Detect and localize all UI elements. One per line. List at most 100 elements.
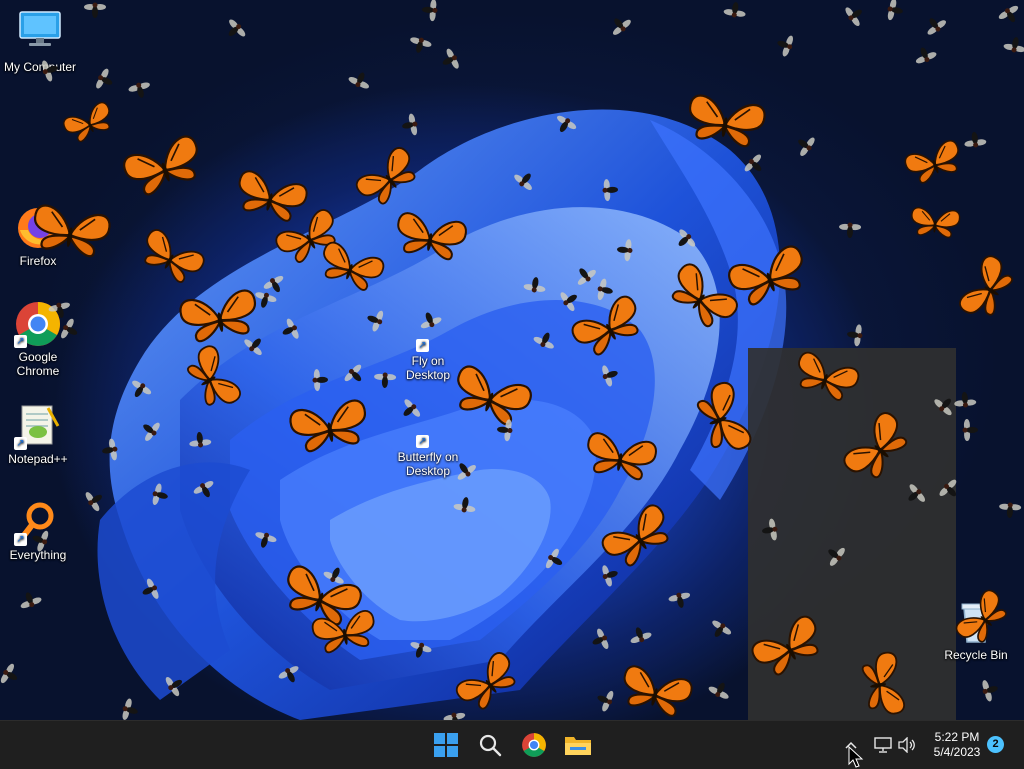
search-button[interactable] xyxy=(470,725,510,765)
fly-sprite xyxy=(20,592,42,609)
fly-sprite xyxy=(323,567,344,584)
fly-sprite xyxy=(457,463,476,480)
fly-sprite xyxy=(934,398,952,416)
fly-sprite xyxy=(278,666,299,683)
desktop[interactable]: My Computer Firefox ↗ Google Chrome ↗ No… xyxy=(0,0,1024,720)
butterfly-sprite xyxy=(187,345,241,406)
fly-sprite xyxy=(602,179,618,202)
butterfly-sprite xyxy=(355,147,416,205)
butterfly-sprite xyxy=(959,255,1013,316)
fly-sprite xyxy=(443,712,466,720)
fly-sprite xyxy=(998,5,1019,23)
butterfly-sprite xyxy=(289,399,367,453)
butterfly-sprite xyxy=(911,206,961,238)
fly-sprite xyxy=(708,682,729,699)
fly-sprite xyxy=(954,392,977,408)
fly-sprite xyxy=(577,268,596,285)
network-icon xyxy=(874,737,892,753)
volume-icon xyxy=(898,737,915,753)
fly-sprite xyxy=(939,479,957,497)
fly-sprite xyxy=(545,548,563,569)
fly-sprite xyxy=(255,532,277,548)
fly-sprite xyxy=(915,47,937,64)
fly-sprite xyxy=(533,332,554,349)
butterfly-sprite xyxy=(955,589,1007,643)
butterfly-sprite xyxy=(861,651,905,715)
butterfly-sprite xyxy=(623,665,693,717)
taskbar-clock[interactable]: 5:22 PM 5/4/2023 xyxy=(922,730,992,760)
search-icon xyxy=(479,734,502,757)
fly-sprite xyxy=(48,302,70,318)
fly-sprite xyxy=(597,278,613,301)
fly-sprite xyxy=(839,222,862,238)
butterfly-sprite xyxy=(311,610,375,654)
notification-badge[interactable]: 2 xyxy=(987,736,1004,753)
fly-sprite xyxy=(61,318,78,339)
windows-start-icon xyxy=(434,733,458,757)
fly-sprite xyxy=(927,18,946,35)
butterfly-sprite xyxy=(455,652,516,710)
fly-sprite xyxy=(255,292,277,308)
fly-sprite xyxy=(84,2,106,18)
fly-sprite xyxy=(344,364,362,382)
taskbar xyxy=(0,720,1024,769)
clock-time: 5:22 PM xyxy=(934,730,980,744)
fly-sprite xyxy=(422,0,438,22)
fly-sprite xyxy=(762,518,778,541)
taskbar-file-explorer-button[interactable] xyxy=(558,725,598,765)
fly-sprite xyxy=(165,677,183,697)
fly-sprite xyxy=(908,484,926,502)
mouse-cursor-icon xyxy=(848,746,864,768)
fly-sprite xyxy=(887,0,903,21)
fly-sprite xyxy=(557,115,577,133)
fly-sprite xyxy=(402,113,418,136)
fly-sprite xyxy=(367,310,384,332)
fly-sprite xyxy=(723,2,746,18)
butterfly-sprite xyxy=(571,295,639,356)
fly-sprite xyxy=(982,680,998,702)
butterfly-sprite xyxy=(397,212,467,261)
butterfly-sprite xyxy=(728,245,803,306)
butterfly-sprite xyxy=(601,504,669,567)
butterfly-sprite xyxy=(179,289,257,343)
fly-sprite xyxy=(744,154,762,172)
tray-volume-button[interactable] xyxy=(896,733,918,757)
fly-sprite xyxy=(96,68,113,89)
fly-sprite xyxy=(374,372,397,388)
fly-sprite xyxy=(712,620,732,637)
fly-sprite xyxy=(152,483,168,505)
fly-sprite xyxy=(453,497,476,513)
fly-sprite xyxy=(244,338,262,356)
butterfly-sprite xyxy=(696,381,752,450)
fly-sprite xyxy=(523,277,546,293)
butterfly-sprite xyxy=(843,412,908,479)
chrome-icon xyxy=(522,733,546,757)
fly-sprite xyxy=(85,492,102,512)
fly-sprite xyxy=(514,173,532,191)
butterfly-animation-layer xyxy=(0,0,1024,720)
fly-sprite xyxy=(560,292,577,312)
tray-network-button[interactable] xyxy=(872,733,894,757)
start-button[interactable] xyxy=(426,725,466,765)
fly-sprite xyxy=(597,690,614,712)
butterfly-sprite xyxy=(457,365,532,426)
fly-sprite xyxy=(122,698,138,720)
fly-sprite xyxy=(348,72,369,89)
fly-sprite xyxy=(42,60,58,82)
fly-sprite xyxy=(612,18,631,35)
fly-sprite xyxy=(410,642,432,658)
fly-sprite xyxy=(602,565,618,587)
butterfly-sprite xyxy=(144,229,205,283)
butterfly-sprite xyxy=(123,135,198,196)
fly-sprite xyxy=(847,324,863,347)
fly-sprite xyxy=(403,399,421,417)
fly-sprite xyxy=(189,432,212,448)
fly-sprite xyxy=(193,481,214,498)
fly-sprite xyxy=(1003,37,1024,53)
fly-sprite xyxy=(442,48,459,69)
fly-sprite xyxy=(964,132,987,148)
fly-sprite xyxy=(142,578,159,599)
taskbar-chrome-button[interactable] xyxy=(514,725,554,765)
fly-sprite xyxy=(828,547,845,566)
fly-sprite xyxy=(602,365,618,387)
